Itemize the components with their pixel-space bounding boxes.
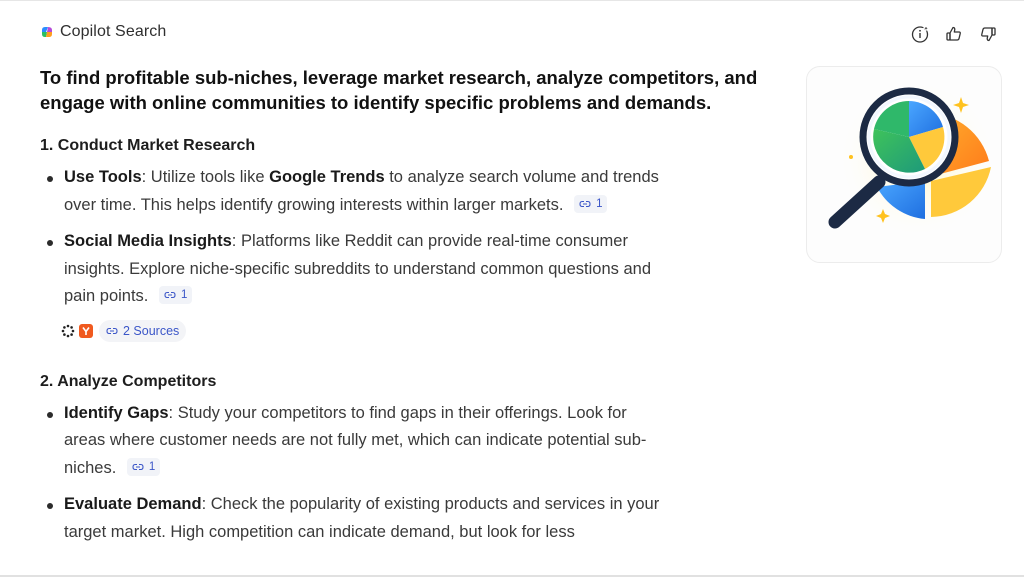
info-sparkle-button[interactable] bbox=[910, 24, 930, 44]
answer-body: To find profitable sub-niches, leverage … bbox=[40, 65, 775, 546]
sources-row: 2 Sources bbox=[61, 319, 775, 342]
link-icon bbox=[132, 463, 144, 470]
answer-image-card[interactable] bbox=[806, 66, 1002, 263]
list-item: Use Tools: Utilize tools like Google Tre… bbox=[40, 164, 670, 219]
section-title: 1. Conduct Market Research bbox=[40, 137, 256, 154]
copilot-search-brand[interactable]: Copilot Search bbox=[40, 23, 166, 41]
sources-label: 2 Sources bbox=[123, 323, 180, 338]
thumbs-up-button[interactable] bbox=[944, 24, 964, 44]
answer-headline: To find profitable sub-niches, leverage … bbox=[40, 67, 758, 113]
info-sparkle-icon bbox=[911, 24, 930, 43]
source-favicon-y-icon[interactable] bbox=[79, 323, 93, 338]
brand-title: Copilot Search bbox=[60, 23, 167, 40]
section-title: 2. Analyze Competitors bbox=[40, 372, 217, 390]
section-list: Use Tools: Utilize tools like Google Tre… bbox=[40, 164, 775, 311]
thumbs-up-icon bbox=[946, 26, 961, 41]
citation-chip[interactable]: 1 bbox=[574, 194, 608, 213]
list-item: Identify Gaps: Study your competitors to… bbox=[40, 400, 670, 483]
link-icon bbox=[579, 200, 591, 207]
feedback-actions bbox=[910, 24, 998, 44]
copilot-logo-icon bbox=[42, 27, 52, 37]
source-favicon-spinner-icon[interactable] bbox=[61, 324, 75, 338]
item-keyword: Identify Gaps bbox=[64, 403, 169, 422]
list-item: Social Media Insights: Platforms like Re… bbox=[40, 228, 670, 311]
citation-chip[interactable]: 1 bbox=[159, 286, 193, 304]
thumbs-down-button[interactable] bbox=[978, 24, 998, 44]
item-keyword: Google Trends bbox=[269, 168, 385, 186]
item-keyword: Use Tools bbox=[64, 168, 142, 186]
item-keyword: Social Media Insights bbox=[64, 232, 232, 250]
citation-chip[interactable]: 1 bbox=[126, 457, 161, 476]
sources-button[interactable]: 2 Sources bbox=[99, 319, 187, 342]
item-keyword: Evaluate Demand bbox=[64, 495, 202, 513]
top-divider bbox=[0, 0, 1024, 1]
citation-number: 1 bbox=[181, 289, 188, 301]
citation-number: 1 bbox=[596, 197, 603, 210]
section-list: Identify Gaps: Study your competitors to… bbox=[40, 400, 775, 547]
list-item: Evaluate Demand: Check the popularity of… bbox=[40, 491, 670, 546]
citation-number: 1 bbox=[148, 460, 156, 473]
link-icon bbox=[106, 327, 118, 334]
thumbs-down-icon bbox=[981, 27, 996, 42]
magnifier-pie-chart-icon bbox=[828, 79, 997, 239]
item-text: : Utilize tools like bbox=[141, 168, 270, 186]
link-icon bbox=[164, 291, 176, 299]
